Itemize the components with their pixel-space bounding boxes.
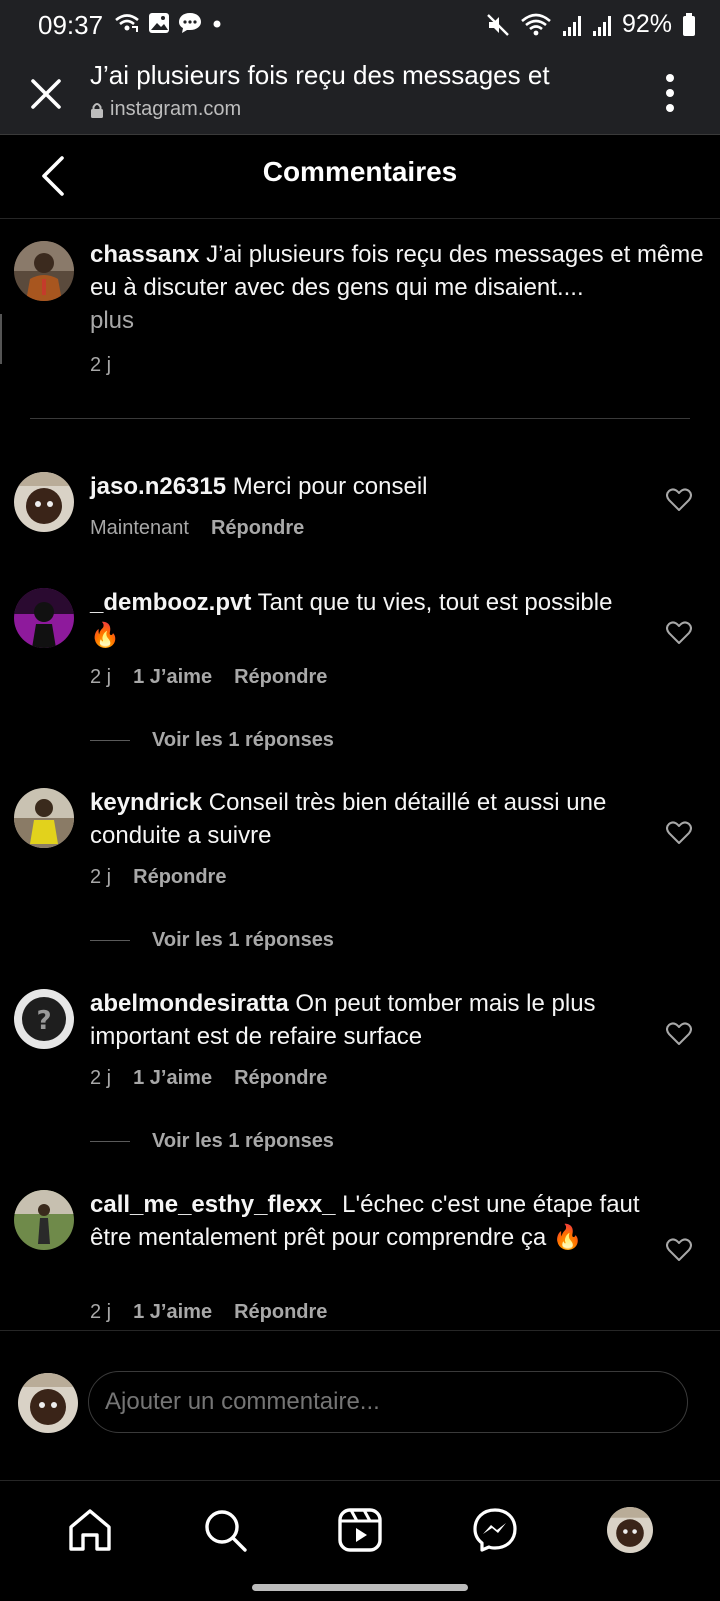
status-bar: 09:37 92% (0, 0, 720, 52)
comment-text: _dembooz.pvt Tant que tu vies, tout est … (90, 586, 640, 652)
reply-button[interactable]: Répondre (234, 1067, 327, 1090)
avatar[interactable] (14, 588, 74, 648)
comments-header: Commentaires (0, 134, 720, 219)
battery-percent: 92% (621, 10, 672, 38)
view-replies-label: Voir les 1 réponses (152, 929, 334, 951)
comment-meta: 2 j 1 J’aime Répondre (90, 1301, 327, 1324)
view-replies-button[interactable]: Voir les 1 réponses (90, 929, 334, 952)
comment-meta: 2 j 1 J’aime Répondre (90, 666, 327, 689)
comment-username[interactable]: _dembooz.pvt (90, 589, 251, 616)
like-count[interactable]: 1 J’aime (133, 666, 212, 689)
home-icon[interactable] (67, 1507, 113, 1553)
message-icon (179, 13, 201, 33)
reels-icon[interactable] (337, 1507, 383, 1553)
avatar (18, 1373, 78, 1433)
comment-time: 2 j (90, 666, 112, 688)
page-title: Commentaires (262, 156, 458, 187)
avatar[interactable] (14, 241, 74, 301)
comment-username[interactable]: abelmondesiratta (90, 990, 289, 1017)
close-icon[interactable] (26, 74, 66, 114)
view-replies-button[interactable]: Voir les 1 réponses (90, 1130, 334, 1153)
reply-button[interactable]: Répondre (234, 1301, 327, 1324)
view-replies-label: Voir les 1 réponses (152, 1130, 334, 1152)
like-count[interactable]: 1 J’aime (133, 1301, 212, 1324)
avatar[interactable]: ? (14, 989, 74, 1049)
comment-text: keyndrick Conseil très bien détaillé et … (90, 786, 640, 852)
more-vert-icon[interactable] (664, 70, 676, 116)
browser-page-title: J’ai plusieurs fois reçu des messages et (90, 60, 550, 90)
wifi-icon (521, 13, 551, 35)
avatar[interactable] (14, 1190, 74, 1250)
comment-text: abelmondesiratta On peut tomber mais le … (90, 987, 640, 1053)
like-count[interactable]: 1 J’aime (133, 1067, 212, 1090)
comment-meta: 2 j 1 J’aime Répondre (90, 1067, 327, 1090)
messenger-icon[interactable] (472, 1507, 518, 1553)
comment-time: 2 j (90, 1301, 112, 1323)
heart-icon[interactable] (666, 821, 692, 845)
svg-text:?: ? (36, 1006, 51, 1036)
signal-icon (592, 15, 611, 36)
comment-time: 2 j (90, 866, 112, 888)
caption-meta: 2 j (90, 354, 111, 377)
caption-more-link[interactable]: plus (90, 307, 134, 334)
caption-time: 2 j (90, 354, 112, 376)
home-indicator[interactable] (252, 1584, 468, 1591)
reply-button[interactable]: Répondre (133, 866, 226, 889)
comment-input[interactable] (88, 1371, 688, 1433)
comment-text: jaso.n26315 Merci pour conseil (90, 470, 640, 503)
comment-meta: Maintenant Répondre (90, 517, 304, 540)
heart-icon[interactable] (666, 1022, 692, 1046)
view-replies-button[interactable]: Voir les 1 réponses (90, 729, 334, 752)
heart-icon[interactable] (666, 488, 692, 512)
battery-icon (683, 12, 695, 36)
signal-icon (562, 15, 581, 36)
search-icon[interactable] (202, 1507, 248, 1553)
comment-username[interactable]: keyndrick (90, 789, 202, 816)
status-time: 09:37 (38, 10, 104, 40)
comment-body: Merci pour conseil (226, 473, 428, 500)
reply-button[interactable]: Répondre (211, 517, 304, 540)
gallery-icon (149, 13, 169, 33)
avatar[interactable] (14, 472, 74, 532)
reply-button[interactable]: Répondre (234, 666, 327, 689)
browser-url: instagram.com (110, 98, 242, 120)
scroll-indicator (0, 314, 2, 364)
status-right-icons: 92% (486, 10, 696, 39)
caption-username[interactable]: chassanx (90, 241, 199, 268)
bottom-nav (0, 1480, 720, 1601)
comment-username[interactable]: jaso.n26315 (90, 473, 226, 500)
browser-bar: J’ai plusieurs fois reçu des messages et… (0, 52, 720, 135)
replies-line (90, 740, 130, 741)
comment-meta: 2 j Répondre (90, 866, 226, 889)
lock-icon (91, 102, 103, 118)
comment-username[interactable]: call_me_esthy_flexx_ (90, 1191, 336, 1218)
profile-avatar[interactable] (607, 1507, 653, 1553)
comment-time: 2 j (90, 1067, 112, 1089)
view-replies-label: Voir les 1 réponses (152, 729, 334, 751)
replies-line (90, 940, 130, 941)
dot-icon (213, 20, 221, 28)
replies-line (90, 1141, 130, 1142)
heart-icon[interactable] (666, 1238, 692, 1262)
comment-time: Maintenant (90, 517, 189, 539)
caption-text: chassanx J’ai plusieurs fois reçu des me… (90, 238, 710, 337)
wifi-call-icon (115, 14, 139, 32)
heart-icon[interactable] (666, 621, 692, 645)
comment-text: call_me_esthy_flexx_ L'échec c'est une é… (90, 1188, 640, 1254)
status-left-icons (114, 12, 224, 34)
mute-icon (487, 13, 509, 36)
browser-url-row[interactable]: instagram.com (90, 98, 241, 121)
avatar[interactable] (14, 788, 74, 848)
caption-divider (30, 418, 690, 419)
add-comment-bar (0, 1330, 720, 1481)
